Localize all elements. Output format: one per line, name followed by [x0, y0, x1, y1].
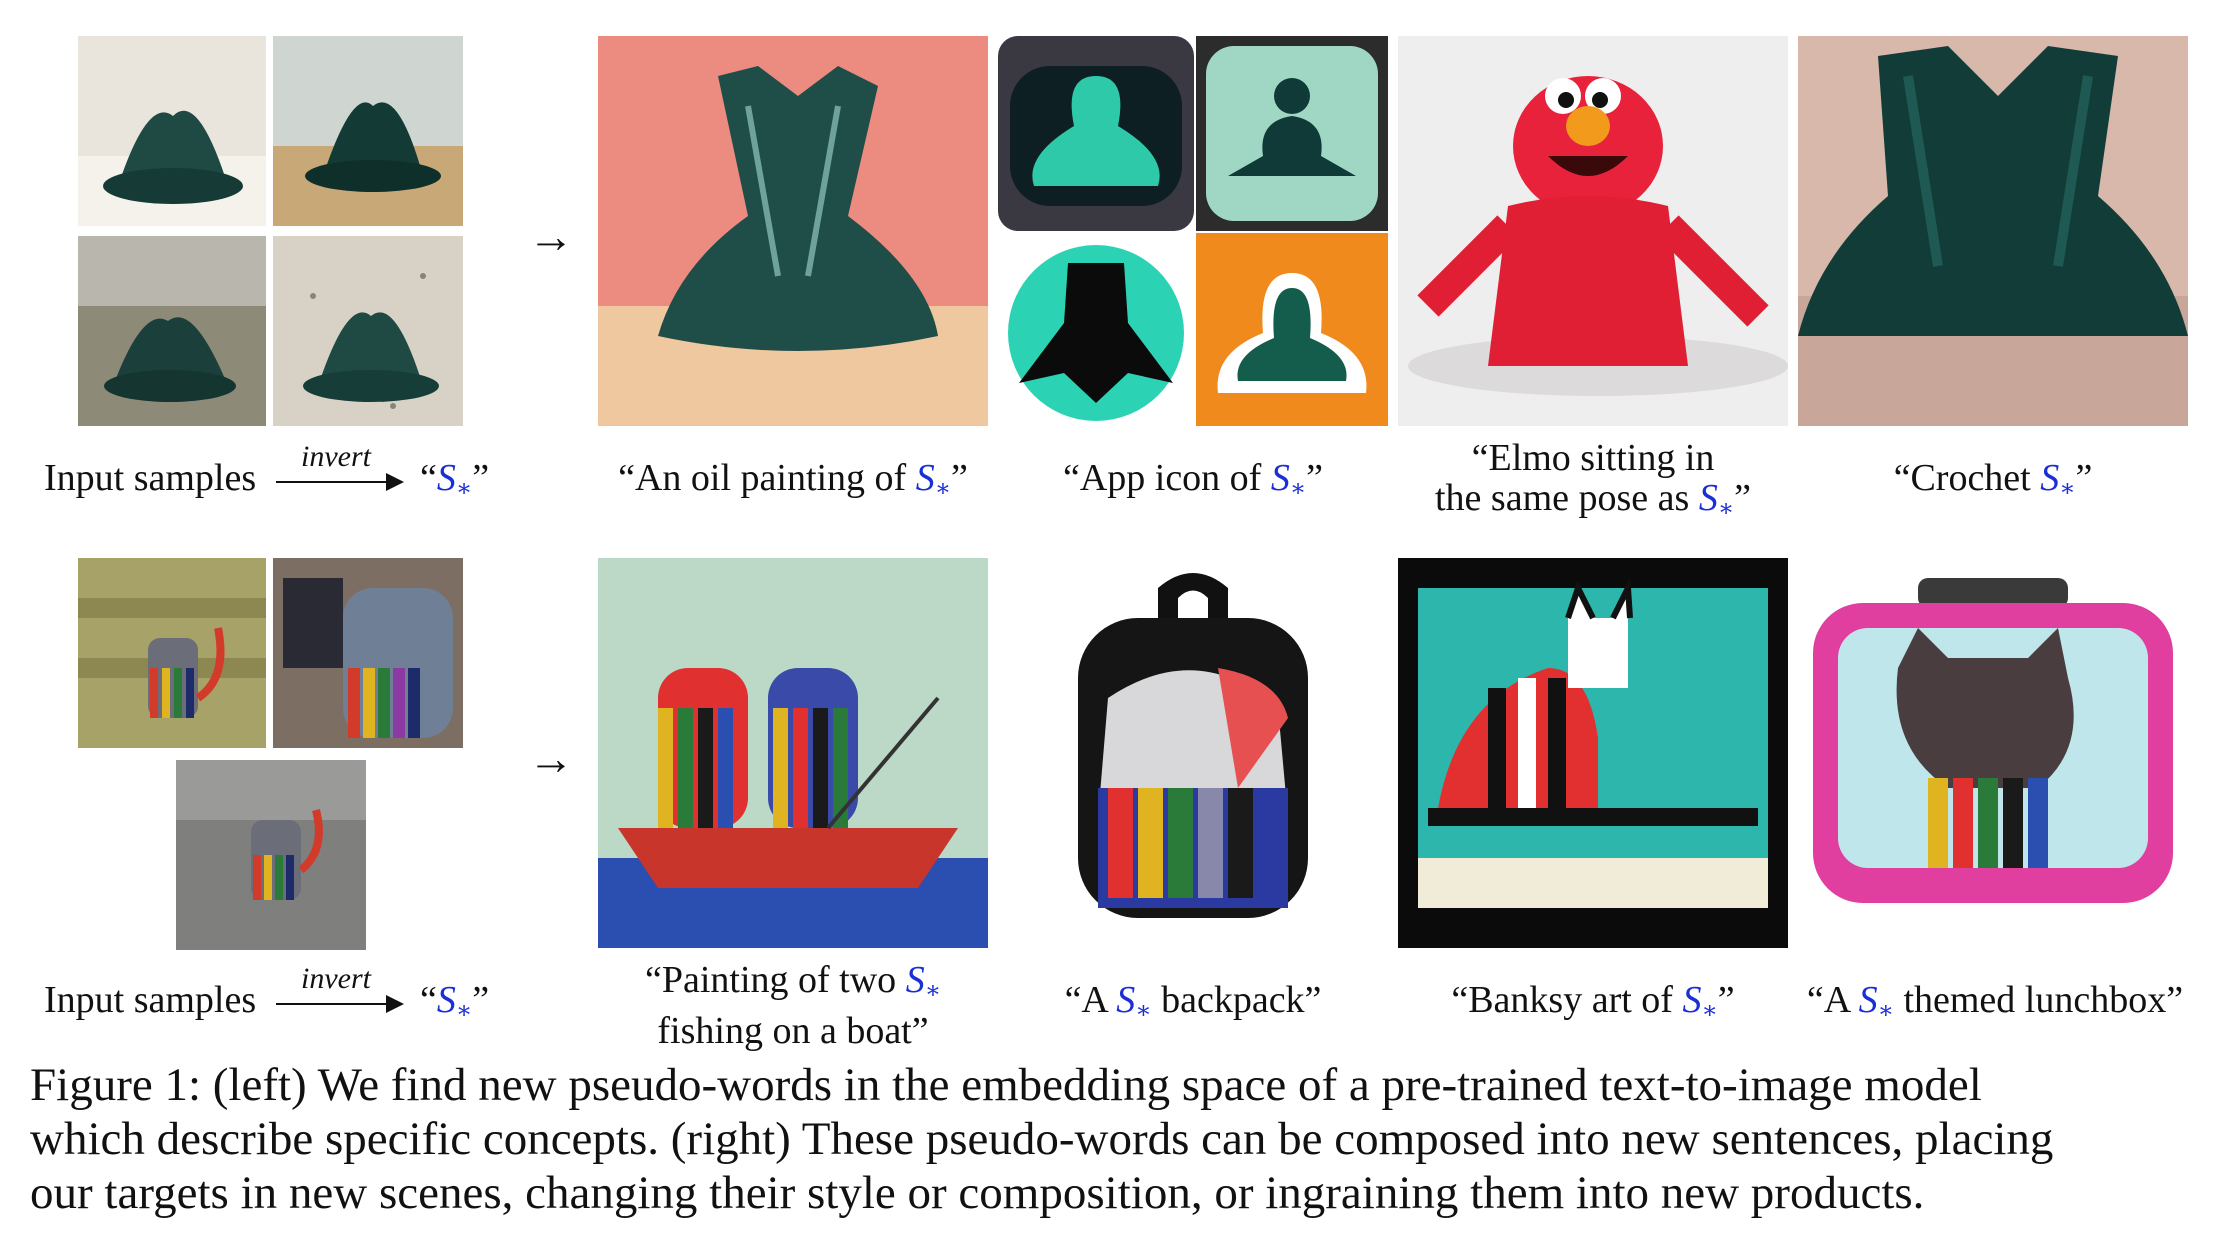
oil-painting-image [598, 36, 988, 426]
invert-label-row2: invert [301, 962, 371, 995]
arrow-row1: → [528, 211, 574, 262]
backpack-image [998, 558, 1388, 948]
app-icon-image-3 [998, 233, 1194, 426]
input-sample-sculpture-4 [273, 236, 463, 426]
invert-arrow-head-row2 [386, 995, 404, 1013]
figure-caption: Figure 1: (left) We find new pseudo-word… [30, 1058, 2180, 1220]
caption-elmo: “Elmo sitting in the same pose as S∗” [1435, 437, 1751, 522]
input-sample-cat-1 [78, 558, 266, 748]
arrow-row2: → [528, 733, 574, 784]
elmo-image [1398, 36, 1788, 426]
lunchbox-image [1798, 558, 2188, 948]
input-sample-sculpture-2 [273, 36, 463, 226]
app-icon-image-4 [1196, 233, 1388, 426]
figure-caption-line-3: our targets in new scenes, changing thei… [30, 1167, 1925, 1219]
invert-arrow-shaft-row1 [276, 481, 388, 483]
caption-lunchbox: “A S∗ themed lunchbox” [1806, 979, 2184, 1024]
input-sample-sculpture-1 [78, 36, 266, 226]
caption-oil-painting: “An oil painting of S∗” [618, 457, 968, 502]
app-icon-image-2 [1196, 36, 1388, 231]
caption-fishing-boat: “Painting of two S∗ fishing on a boat” [644, 959, 941, 1052]
input-samples-label-row2: Input samples [44, 979, 257, 1021]
input-samples-label-row1: Input samples [44, 457, 257, 499]
token-label-row1: “S∗” [420, 457, 490, 502]
input-sample-cat-2 [273, 558, 463, 748]
caption-backpack: “A S∗ backpack” [1064, 979, 1322, 1024]
invert-arrow-head-row1 [386, 473, 404, 491]
banksy-art-image [1398, 558, 1788, 948]
caption-banksy: “Banksy art of S∗” [1451, 979, 1735, 1024]
caption-crochet: “Crochet S∗” [1893, 457, 2093, 502]
token-label-row2: “S∗” [420, 979, 490, 1024]
figure-caption-line-1: Figure 1: (left) We find new pseudo-word… [30, 1059, 1982, 1111]
fishing-boat-painting-image [598, 558, 988, 948]
input-sample-cat-3 [176, 760, 366, 950]
invert-arrow-shaft-row2 [276, 1003, 388, 1005]
input-sample-sculpture-3 [78, 236, 266, 426]
invert-label-row1: invert [301, 440, 371, 473]
app-icon-image-1 [998, 36, 1194, 231]
caption-app-icon: “App icon of S∗” [1062, 457, 1324, 502]
crochet-image [1798, 36, 2188, 426]
figure-caption-line-2: which describe specific concepts. (right… [30, 1113, 2054, 1165]
